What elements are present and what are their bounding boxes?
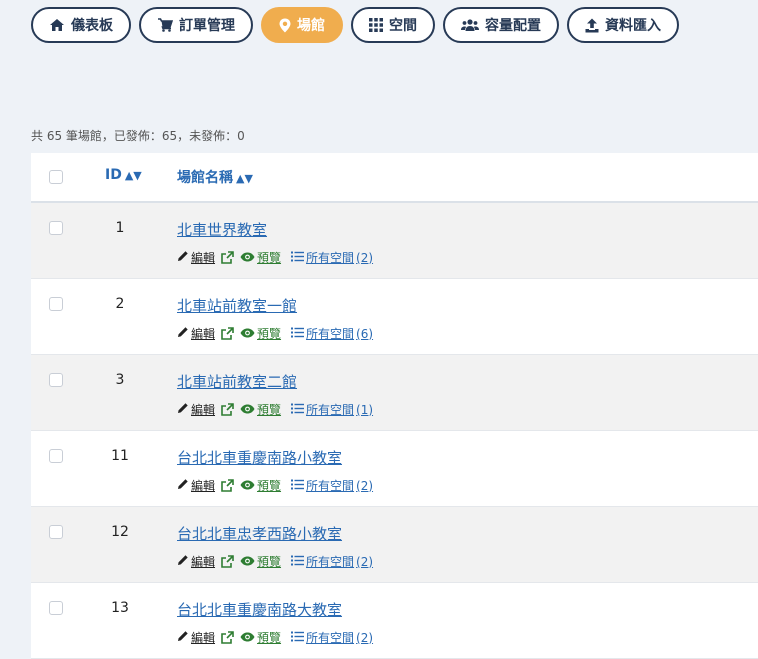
row-checkbox[interactable] (49, 601, 63, 615)
preview-link[interactable]: 預覽 (240, 249, 281, 266)
external-link-icon[interactable] (221, 327, 234, 340)
table-header: ID ▲▼ 場館名稱 ▲▼ (31, 153, 758, 203)
all-spaces-link[interactable]: 所有空間 (1) (291, 401, 373, 418)
row-actions: 編輯 預覽 所有空間 (6) (177, 325, 373, 342)
venue-count-summary: 共 65 筆場館，已發佈：65，未發佈：0 (31, 129, 245, 143)
table-row: 13 台北北車重慶南路大教室編輯 預覽 所有空間 (2) (31, 583, 758, 659)
eye-icon (240, 327, 255, 341)
list-icon (291, 327, 305, 341)
upload-icon (585, 18, 599, 33)
nav-dashboard-button[interactable]: 儀表板 (31, 7, 131, 43)
nav-orders-button[interactable]: 訂單管理 (139, 7, 253, 43)
grid-icon (369, 18, 383, 32)
edit-link[interactable]: 編輯 (177, 249, 215, 266)
row-actions: 編輯 預覽 所有空間 (1) (177, 401, 373, 418)
venue-id: 3 (115, 372, 125, 388)
preview-link[interactable]: 預覽 (240, 325, 281, 342)
table-row: 11 台北北車重慶南路小教室編輯 預覽 所有空間 (2) (31, 431, 758, 507)
eye-icon (240, 631, 255, 645)
external-link-icon[interactable] (221, 631, 234, 644)
eye-icon (240, 403, 255, 417)
external-link-icon[interactable] (221, 479, 234, 492)
sort-icon: ▲▼ (236, 172, 253, 185)
preview-link[interactable]: 預覽 (240, 629, 281, 646)
row-actions: 編輯 預覽 所有空間 (2) (177, 249, 373, 266)
row-actions: 編輯 預覽 所有空間 (2) (177, 629, 373, 646)
row-checkbox[interactable] (49, 373, 63, 387)
preview-link[interactable]: 預覽 (240, 477, 281, 494)
preview-link[interactable]: 預覽 (240, 553, 281, 570)
table-body: 1 北車世界教室 編輯 預覽 所有空間 (2) 2 北車站前教室一館 編輯 預覽 所有空間 (6) 3 北… (31, 203, 758, 659)
venue-id: 11 (111, 448, 129, 464)
top-nav: 儀表板 訂單管理 場館 空間 容量配置 資料匯入 (31, 7, 679, 43)
list-icon (291, 555, 305, 569)
external-link-icon[interactable] (221, 251, 234, 264)
pencil-icon (177, 478, 189, 493)
list-icon (291, 403, 305, 417)
all-spaces-link[interactable]: 所有空間 (2) (291, 477, 373, 494)
edit-link[interactable]: 編輯 (177, 325, 215, 342)
all-spaces-link[interactable]: 所有空間 (6) (291, 325, 373, 342)
eye-icon (240, 479, 255, 493)
venues-table: ID ▲▼ 場館名稱 ▲▼ 1 北車世界教室 編輯 預覽 所有空間 (2) 2 北車站前教室一館編… (31, 153, 758, 659)
list-icon (291, 251, 305, 265)
venue-name-link[interactable]: 北車站前教室一館 (177, 295, 297, 316)
nav-venues-button[interactable]: 場館 (261, 7, 343, 43)
table-row: 1 北車世界教室編輯 預覽 所有空間 (2) (31, 203, 758, 279)
nav-spaces-button[interactable]: 空間 (351, 7, 435, 43)
edit-link[interactable]: 編輯 (177, 629, 215, 646)
column-header-id[interactable]: ID ▲▼ (105, 167, 142, 183)
list-icon (291, 631, 305, 645)
users-icon (461, 18, 479, 32)
select-all-checkbox[interactable] (49, 170, 63, 184)
venue-name-link[interactable]: 台北北車忠孝西路小教室 (177, 523, 342, 544)
eye-icon (240, 251, 255, 265)
row-actions: 編輯 預覽 所有空間 (2) (177, 477, 373, 494)
pencil-icon (177, 402, 189, 417)
home-icon (49, 18, 65, 32)
table-row: 2 北車站前教室一館編輯 預覽 所有空間 (6) (31, 279, 758, 355)
external-link-icon[interactable] (221, 403, 234, 416)
venue-name-link[interactable]: 台北北車重慶南路大教室 (177, 599, 342, 620)
all-spaces-link[interactable]: 所有空間 (2) (291, 249, 373, 266)
table-row: 12 台北北車忠孝西路小教室編輯 預覽 所有空間 (2) (31, 507, 758, 583)
row-actions: 編輯 預覽 所有空間 (2) (177, 553, 373, 570)
edit-link[interactable]: 編輯 (177, 477, 215, 494)
eye-icon (240, 555, 255, 569)
venue-name-link[interactable]: 北車站前教室二館 (177, 371, 297, 392)
row-checkbox[interactable] (49, 221, 63, 235)
venue-id: 13 (111, 600, 129, 616)
venue-id: 2 (115, 296, 125, 312)
edit-link[interactable]: 編輯 (177, 401, 215, 418)
sort-icon: ▲▼ (124, 169, 142, 182)
row-checkbox[interactable] (49, 449, 63, 463)
cart-icon (157, 18, 173, 32)
edit-link[interactable]: 編輯 (177, 553, 215, 570)
all-spaces-link[interactable]: 所有空間 (2) (291, 629, 373, 646)
pencil-icon (177, 250, 189, 265)
venue-name-link[interactable]: 北車世界教室 (177, 219, 267, 240)
external-link-icon[interactable] (221, 555, 234, 568)
preview-link[interactable]: 預覽 (240, 401, 281, 418)
list-icon (291, 479, 305, 493)
pencil-icon (177, 326, 189, 341)
all-spaces-link[interactable]: 所有空間 (2) (291, 553, 373, 570)
nav-import-button[interactable]: 資料匯入 (567, 7, 679, 43)
venue-id: 12 (111, 524, 129, 540)
row-checkbox[interactable] (49, 525, 63, 539)
venue-name-link[interactable]: 台北北車重慶南路小教室 (177, 447, 342, 468)
venue-id: 1 (115, 220, 125, 236)
nav-capacity-button[interactable]: 容量配置 (443, 7, 559, 43)
row-checkbox[interactable] (49, 297, 63, 311)
pencil-icon (177, 554, 189, 569)
pencil-icon (177, 630, 189, 645)
table-row: 3 北車站前教室二館編輯 預覽 所有空間 (1) (31, 355, 758, 431)
map-marker-icon (279, 18, 291, 33)
column-header-name[interactable]: 場館名稱 ▲▼ (177, 167, 253, 187)
